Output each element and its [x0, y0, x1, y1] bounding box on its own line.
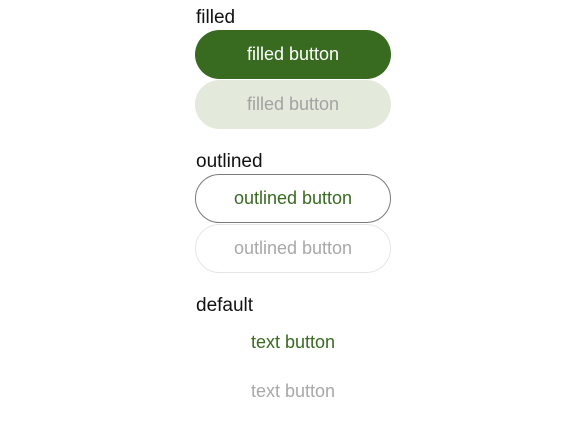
text-button[interactable]: text button — [195, 318, 391, 367]
filled-button-disabled: filled button — [195, 80, 391, 129]
outlined-button[interactable]: outlined button — [195, 174, 391, 223]
text-button-disabled: text button — [195, 367, 391, 416]
filled-button[interactable]: filled button — [195, 30, 391, 79]
section-label-outlined: outlined — [196, 151, 263, 172]
section-label-default: default — [196, 295, 254, 316]
outlined-button-disabled: outlined button — [195, 224, 391, 273]
section-label-filled: filled — [196, 7, 236, 28]
